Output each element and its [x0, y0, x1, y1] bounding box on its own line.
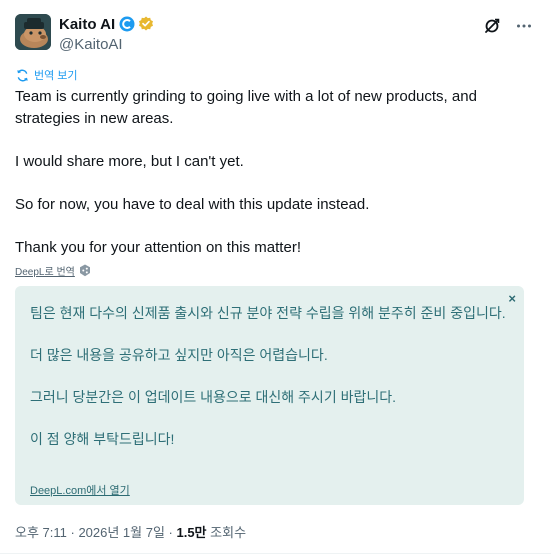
translated-paragraph: 팀은 현재 다수의 신제품 출시와 신규 분야 전략 수립을 위해 분주히 준비… — [30, 305, 506, 321]
translate-link-label: 번역 보기 — [34, 70, 78, 82]
divider — [0, 553, 551, 554]
more-icon[interactable] — [514, 16, 534, 36]
affiliate-badge-icon[interactable] — [119, 16, 135, 32]
tweet-header: Kaito AI @KaitoAI — [15, 14, 536, 54]
meta-separator: · — [164, 525, 177, 540]
post-date[interactable]: 2026년 1월 7일 — [78, 525, 164, 540]
translate-icon — [17, 69, 28, 81]
views-label: 조회수 — [206, 525, 247, 540]
translated-paragraph: 그러니 당분간은 이 업데이트 내용으로 대신해 주시기 바랍니다. — [30, 389, 396, 405]
post-time[interactable]: 오후 7:11 — [15, 525, 67, 540]
avatar[interactable] — [15, 14, 51, 50]
views-count: 1.5만 — [176, 525, 207, 540]
meta-separator: · — [66, 525, 79, 540]
header-actions — [482, 16, 534, 36]
tweet-paragraph: So for now, you have to deal with this u… — [15, 195, 370, 213]
tweet-paragraph: I would share more, but I can't yet. — [15, 152, 244, 170]
translated-text: 팀은 현재 다수의 신제품 출시와 신규 분야 전략 수립을 위해 분주히 준비… — [30, 303, 510, 450]
tweet-paragraph: Team is currently grinding to going live… — [15, 88, 477, 127]
translated-paragraph: 이 점 양해 부탁드립니다! — [30, 431, 175, 447]
deepl-credit-link[interactable]: DeepL로 번역 — [15, 263, 75, 278]
author-info: Kaito AI @KaitoAI — [59, 15, 154, 53]
tweet-paragraph: Thank you for your attention on this mat… — [15, 238, 301, 256]
deepl-credit: DeepL로 번역 — [15, 263, 91, 278]
display-name[interactable]: Kaito AI — [59, 16, 115, 33]
handle[interactable]: @KaitoAI — [59, 36, 154, 53]
grok-icon[interactable] — [482, 16, 502, 36]
deepl-translation-box: × 팀은 현재 다수의 신제품 출시와 신규 분야 전략 수립을 위해 분주히 … — [15, 286, 524, 505]
tweet-meta: 오후 7:11 · 2026년 1월 7일 · 1.5만 조회수 — [15, 522, 246, 541]
open-in-deepl-link[interactable]: DeepL.com에서 열기 — [30, 482, 130, 498]
tweet-text: Team is currently grinding to going live… — [15, 86, 520, 258]
translate-post-link[interactable]: 번역 보기 — [16, 67, 78, 83]
deepl-logo-icon — [79, 264, 90, 277]
translated-paragraph: 더 많은 내용을 공유하고 싶지만 아직은 어렵습니다. — [30, 347, 328, 363]
verified-badge-icon[interactable] — [138, 16, 154, 32]
